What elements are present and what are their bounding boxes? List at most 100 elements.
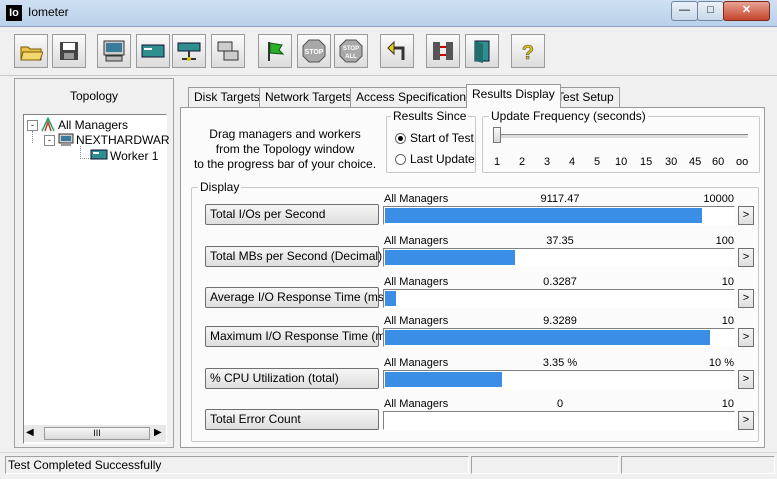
- stop-icon: STOP: [302, 39, 326, 63]
- tab-test-setup[interactable]: Test Setup: [551, 87, 620, 107]
- new-network-worker-icon: [177, 42, 201, 61]
- reset-icon: [387, 40, 405, 60]
- freq-tick: 15: [640, 156, 653, 168]
- metric-button[interactable]: Total I/Os per Second: [205, 204, 379, 225]
- metric-button[interactable]: Total Error Count: [205, 409, 379, 430]
- chevron-right-icon: >: [742, 292, 750, 304]
- new-disk-worker-icon: [141, 44, 165, 58]
- new-network-worker-button[interactable]: [172, 34, 206, 68]
- close-button[interactable]: ✕: [723, 1, 770, 21]
- freq-tick: 45: [689, 156, 702, 168]
- tab-network-targets[interactable]: Network Targets: [259, 87, 358, 107]
- row-value: 9.3289: [543, 315, 577, 327]
- start-of-test-label[interactable]: Start of Test: [410, 131, 474, 145]
- radio-start-of-test[interactable]: [395, 133, 406, 144]
- freq-tick: 30: [665, 156, 678, 168]
- row-value: 0.3287: [543, 276, 577, 288]
- row-source-label: All Managers: [384, 315, 449, 327]
- svg-text:STOP: STOP: [343, 46, 359, 52]
- chevron-right-icon: >: [742, 331, 750, 343]
- svg-text:ALL: ALL: [345, 54, 357, 60]
- new-manager-button[interactable]: [97, 34, 131, 68]
- row-max: 10: [721, 276, 734, 288]
- tab-results-display[interactable]: Results Display: [466, 84, 561, 108]
- collapse-manager[interactable]: -: [44, 135, 55, 146]
- metric-button[interactable]: Maximum I/O Response Time (ms): [205, 326, 395, 347]
- results-since-label: Results Since: [391, 109, 469, 123]
- frequency-slider-thumb[interactable]: [493, 127, 501, 143]
- new-manager-icon: [103, 40, 125, 62]
- row-max: 10: [721, 398, 734, 410]
- tree-item-worker[interactable]: Worker 1: [110, 149, 158, 163]
- freq-tick: 4: [569, 156, 576, 168]
- instruction-line: from the Topology window: [215, 142, 355, 156]
- row-more-button[interactable]: >: [738, 411, 754, 430]
- disk-worker-icon: [90, 149, 108, 160]
- row-more-button[interactable]: >: [738, 370, 754, 389]
- stop-button[interactable]: STOP: [297, 34, 331, 68]
- stop-all-button[interactable]: STOP ALL: [334, 34, 368, 68]
- freq-tick: 1: [494, 156, 501, 168]
- scroll-left-icon[interactable]: ◀: [26, 427, 34, 438]
- reset-workers-button[interactable]: [380, 34, 414, 68]
- results-since-group: Results Since Start of Test Last Update: [386, 109, 476, 173]
- new-disk-worker-button[interactable]: [136, 34, 170, 68]
- instruction-line: to the progress bar of your choice.: [193, 157, 377, 171]
- row-source-label: All Managers: [384, 193, 449, 205]
- row-value: 9117.47: [540, 193, 580, 205]
- help-button[interactable]: ?: [511, 34, 545, 68]
- maximize-button[interactable]: □: [697, 1, 724, 21]
- row-max: 100: [715, 235, 734, 247]
- update-frequency-label: Update Frequency (seconds): [489, 109, 648, 123]
- row-max: 10: [721, 315, 734, 327]
- status-bar: Test Completed Successfully: [0, 452, 777, 479]
- open-button[interactable]: [14, 34, 48, 68]
- tree-item-all-managers[interactable]: All Managers: [58, 118, 128, 132]
- freq-tick: 2: [519, 156, 526, 168]
- duplicate-worker-button[interactable]: [211, 34, 245, 68]
- disconnect-icon: [433, 42, 453, 60]
- row-value: 0: [556, 398, 564, 410]
- metric-button[interactable]: Average I/O Response Time (ms): [205, 287, 388, 308]
- start-icon: [268, 42, 285, 61]
- collapse-all-managers[interactable]: -: [27, 120, 38, 131]
- row-more-button[interactable]: >: [738, 289, 754, 308]
- tab-access-specifications[interactable]: Access Specifications: [350, 87, 479, 107]
- exit-icon: [474, 40, 490, 63]
- progress-bar-fill: [385, 291, 396, 306]
- row-max: 10 %: [708, 357, 734, 369]
- minimize-button[interactable]: —: [671, 1, 698, 21]
- exit-button[interactable]: [465, 34, 499, 68]
- radio-last-update[interactable]: [395, 154, 406, 165]
- status-cell-3: [621, 456, 775, 474]
- title-bar: Io Iometer — □ ✕: [0, 0, 777, 27]
- display-label: Display: [198, 180, 242, 194]
- disconnect-button[interactable]: [426, 34, 460, 68]
- save-button[interactable]: [52, 34, 86, 68]
- topology-title: Topology: [69, 89, 119, 103]
- metric-button[interactable]: % CPU Utilization (total): [205, 368, 379, 389]
- update-frequency-group: Update Frequency (seconds) 1 2 3 4 5 10 …: [482, 109, 760, 173]
- frequency-slider-track[interactable]: [495, 134, 748, 139]
- topology-scrollbar[interactable]: ◀ III ▶: [24, 425, 166, 442]
- progress-bar-track: [383, 328, 735, 347]
- metric-button[interactable]: Total MBs per Second (Decimal): [205, 246, 382, 267]
- row-more-button[interactable]: >: [738, 328, 754, 347]
- chevron-right-icon: >: [742, 209, 750, 221]
- last-update-label[interactable]: Last Update: [410, 152, 475, 166]
- progress-bar-track: [383, 206, 735, 225]
- stop-all-icon: STOP ALL: [339, 39, 363, 63]
- row-source-label: All Managers: [384, 276, 449, 288]
- tree-item-manager[interactable]: NEXTHARDWAR: [76, 133, 170, 147]
- progress-bar-track: [383, 411, 735, 430]
- window-title: Iometer: [28, 5, 69, 19]
- tab-disk-targets[interactable]: Disk Targets: [188, 87, 266, 107]
- row-source-label: All Managers: [384, 235, 449, 247]
- row-more-button[interactable]: >: [738, 206, 754, 225]
- row-more-button[interactable]: >: [738, 248, 754, 267]
- row-value: 37.35: [546, 235, 574, 247]
- start-button[interactable]: [258, 34, 292, 68]
- scroll-right-icon[interactable]: ▶: [154, 427, 162, 438]
- scroll-thumb[interactable]: III: [44, 427, 150, 440]
- svg-text:?: ?: [522, 42, 534, 63]
